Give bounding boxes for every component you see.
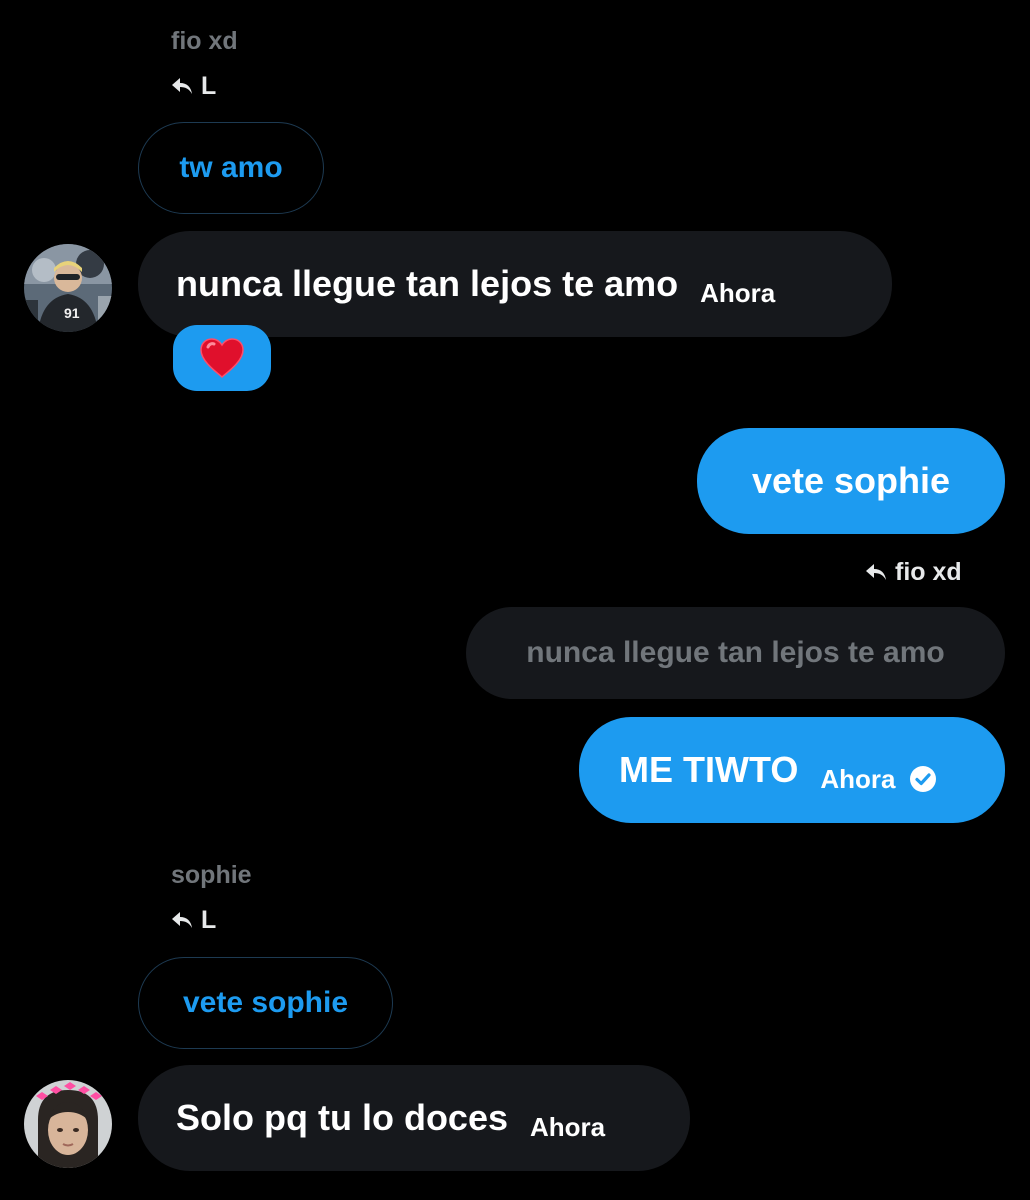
reply-indicator: fio xd [865,557,962,587]
reply-arrow-icon [172,912,192,928]
quoted-message-text: vete sophie [182,986,349,1019]
message-bubble[interactable]: vete sophie [697,428,1005,534]
reply-to-name: L [201,906,217,934]
reply-arrow-icon [866,564,886,580]
reply-to-name: L [201,72,217,100]
reply-indicator: L [171,905,216,935]
reply-arrow-icon [172,78,192,94]
quoted-message-text: tw amo [179,151,283,184]
quoted-message[interactable]: tw amo [138,122,324,214]
avatar[interactable] [24,1080,112,1168]
check-circle-icon [910,766,937,792]
quoted-message[interactable]: nunca llegue tan lejos te amo [466,607,1005,699]
message-bubble[interactable]: nunca llegue tan lejos te amo Ahora [138,231,892,337]
avatar[interactable]: 91 [24,244,112,332]
avatar-photo-icon: 91 [24,244,112,332]
message-time: Ahora [530,1111,606,1142]
svg-text:91: 91 [64,305,80,321]
message-text: vete sophie [751,460,951,501]
reply-indicator: L [171,71,216,101]
reaction-badge[interactable] [173,325,271,391]
message-text: Solo pq tu lo doces [176,1097,508,1138]
sender-name: sophie [171,861,252,889]
quoted-message[interactable]: vete sophie [138,957,393,1049]
message-time: Ahora [820,763,896,794]
message-text: ME TIWTO [619,749,799,790]
message-bubble[interactable]: Solo pq tu lo doces Ahora [138,1065,690,1171]
reply-to-name: fio xd [895,558,962,586]
avatar-photo-icon [24,1080,112,1168]
sender-name: fio xd [171,27,238,55]
message-text: nunca llegue tan lejos te amo [176,263,679,304]
heart-icon [200,338,244,379]
quoted-message-text: nunca llegue tan lejos te amo [526,636,945,669]
message-bubble[interactable]: ME TIWTO Ahora [579,717,1005,823]
message-time: Ahora [700,277,776,308]
